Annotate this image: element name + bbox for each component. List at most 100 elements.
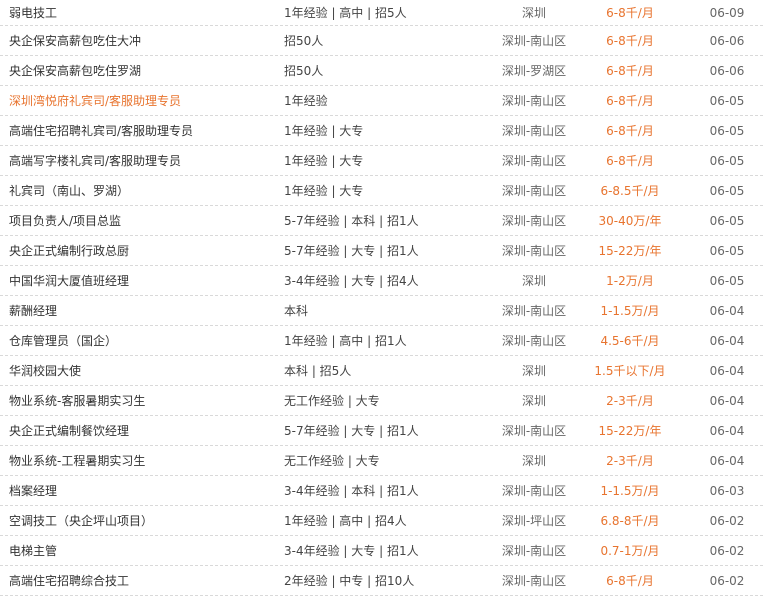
table-row[interactable]: 仓库管理员（国企） 1年经验 | 高中 | 招1人 深圳-南山区 4.5-6千/… (0, 326, 763, 356)
job-title-link[interactable]: 央企正式编制餐饮经理 (9, 416, 279, 445)
job-salary: 6.8-8千/月 (600, 514, 660, 528)
job-salary: 2-3千/月 (606, 394, 654, 408)
job-location: 深圳 (521, 394, 546, 408)
job-title-link[interactable]: 礼宾司（南山、罗湖） (9, 176, 279, 205)
job-title-link[interactable]: 央企保安高薪包吃住罗湖 (9, 56, 279, 85)
job-location: 深圳-南山区 (501, 124, 567, 138)
job-title-link[interactable]: 空调技工（央企坪山项目） (9, 506, 279, 535)
job-title-link[interactable]: 央企保安高薪包吃住大冲 (9, 26, 279, 55)
table-row[interactable]: 华润校园大使 本科 | 招5人 深圳 1.5千以下/月 06-04 (0, 356, 763, 386)
job-location: 深圳-南山区 (501, 214, 567, 228)
job-salary: 2-3千/月 (606, 454, 654, 468)
table-row[interactable]: 项目负责人/项目总监 5-7年经验 | 本科 | 招1人 深圳-南山区 30-4… (0, 206, 763, 236)
table-row[interactable]: 中国华润大厦值班经理 3-4年经验 | 大专 | 招4人 深圳 1-2万/月 0… (0, 266, 763, 296)
job-date: 06-02 (709, 573, 745, 588)
job-requirements: 招50人 (284, 34, 324, 48)
job-date: 06-02 (709, 513, 745, 528)
table-row[interactable]: 央企保安高薪包吃住大冲 招50人 深圳-南山区 6-8千/月 06-06 (0, 26, 763, 56)
table-row[interactable]: 电梯主管 3-4年经验 | 大专 | 招1人 深圳-南山区 0.7-1万/月 0… (0, 536, 763, 566)
table-row[interactable]: 高端住宅招聘综合技工 2年经验 | 中专 | 招10人 深圳-南山区 6-8千/… (0, 566, 763, 596)
job-salary: 1.5千以下/月 (594, 364, 666, 378)
job-title-link[interactable]: 档案经理 (9, 476, 279, 505)
job-date: 06-06 (709, 33, 745, 48)
job-salary: 6-8千/月 (606, 574, 654, 588)
job-salary: 1-1.5万/月 (600, 304, 660, 318)
job-title-link[interactable]: 深圳湾悦府礼宾司/客服助理专员 (9, 86, 279, 115)
job-salary: 6-8千/月 (606, 124, 654, 138)
job-requirements: 3-4年经验 | 本科 | 招1人 (284, 484, 419, 498)
job-date: 06-09 (709, 5, 745, 20)
table-row[interactable]: 央企正式编制行政总厨 5-7年经验 | 大专 | 招1人 深圳-南山区 15-2… (0, 236, 763, 266)
job-title-link[interactable]: 高端写字楼礼宾司/客服助理专员 (9, 146, 279, 175)
job-location: 深圳-南山区 (501, 304, 567, 318)
job-title-link[interactable]: 高端住宅招聘礼宾司/客服助理专员 (9, 116, 279, 145)
table-row[interactable]: 弱电技工 1年经验 | 高中 | 招5人 深圳 6-8千/月 06-09 (0, 0, 763, 26)
job-date: 06-05 (709, 153, 745, 168)
job-date: 06-05 (709, 123, 745, 138)
job-requirements: 本科 (284, 304, 309, 318)
job-date: 06-06 (709, 63, 745, 78)
job-date: 06-04 (709, 453, 745, 468)
job-list: 弱电技工 1年经验 | 高中 | 招5人 深圳 6-8千/月 06-09 央企保… (0, 0, 763, 596)
job-requirements: 本科 | 招5人 (284, 364, 352, 378)
job-requirements: 1年经验 | 高中 | 招4人 (284, 514, 407, 528)
job-date: 06-02 (709, 543, 745, 558)
job-requirements: 1年经验 | 高中 | 招5人 (284, 6, 407, 20)
job-salary: 6-8.5千/月 (600, 184, 660, 198)
job-requirements: 3-4年经验 | 大专 | 招4人 (284, 274, 419, 288)
job-location: 深圳 (521, 6, 546, 20)
job-requirements: 3-4年经验 | 大专 | 招1人 (284, 544, 419, 558)
job-title-link[interactable]: 央企正式编制行政总厨 (9, 236, 279, 265)
job-location: 深圳-南山区 (501, 334, 567, 348)
table-row[interactable]: 深圳湾悦府礼宾司/客服助理专员 1年经验 深圳-南山区 6-8千/月 06-05 (0, 86, 763, 116)
job-title-link[interactable]: 弱电技工 (9, 0, 279, 25)
job-title-link[interactable]: 电梯主管 (9, 536, 279, 565)
job-location: 深圳-南山区 (501, 244, 567, 258)
job-location: 深圳-南山区 (501, 574, 567, 588)
job-salary: 6-8千/月 (606, 34, 654, 48)
job-location: 深圳-南山区 (501, 184, 567, 198)
job-salary: 6-8千/月 (606, 6, 654, 20)
job-date: 06-03 (709, 483, 745, 498)
job-date: 06-04 (709, 303, 745, 318)
table-row[interactable]: 薪酬经理 本科 深圳-南山区 1-1.5万/月 06-04 (0, 296, 763, 326)
job-location: 深圳-南山区 (501, 154, 567, 168)
job-location: 深圳-坪山区 (501, 514, 567, 528)
table-row[interactable]: 空调技工（央企坪山项目） 1年经验 | 高中 | 招4人 深圳-坪山区 6.8-… (0, 506, 763, 536)
job-location: 深圳-南山区 (501, 424, 567, 438)
job-salary: 6-8千/月 (606, 64, 654, 78)
job-title-link[interactable]: 薪酬经理 (9, 296, 279, 325)
job-date: 06-05 (709, 243, 745, 258)
job-title-link[interactable]: 仓库管理员（国企） (9, 326, 279, 355)
job-salary: 6-8千/月 (606, 154, 654, 168)
table-row[interactable]: 物业系统-客服暑期实习生 无工作经验 | 大专 深圳 2-3千/月 06-04 (0, 386, 763, 416)
job-date: 06-04 (709, 393, 745, 408)
job-date: 06-05 (709, 183, 745, 198)
job-location: 深圳-罗湖区 (501, 64, 567, 78)
table-row[interactable]: 央企保安高薪包吃住罗湖 招50人 深圳-罗湖区 6-8千/月 06-06 (0, 56, 763, 86)
job-salary: 30-40万/年 (598, 214, 662, 228)
table-row[interactable]: 央企正式编制餐饮经理 5-7年经验 | 大专 | 招1人 深圳-南山区 15-2… (0, 416, 763, 446)
table-row[interactable]: 档案经理 3-4年经验 | 本科 | 招1人 深圳-南山区 1-1.5万/月 0… (0, 476, 763, 506)
job-requirements: 1年经验 (284, 94, 328, 108)
table-row[interactable]: 物业系统-工程暑期实习生 无工作经验 | 大专 深圳 2-3千/月 06-04 (0, 446, 763, 476)
table-row[interactable]: 礼宾司（南山、罗湖） 1年经验 | 大专 深圳-南山区 6-8.5千/月 06-… (0, 176, 763, 206)
job-salary: 4.5-6千/月 (600, 334, 660, 348)
job-salary: 1-2万/月 (606, 274, 654, 288)
table-row[interactable]: 高端写字楼礼宾司/客服助理专员 1年经验 | 大专 深圳-南山区 6-8千/月 … (0, 146, 763, 176)
job-title-link[interactable]: 高端住宅招聘综合技工 (9, 566, 279, 595)
job-date: 06-04 (709, 363, 745, 378)
job-title-link[interactable]: 物业系统-客服暑期实习生 (9, 386, 279, 415)
table-row[interactable]: 高端住宅招聘礼宾司/客服助理专员 1年经验 | 大专 深圳-南山区 6-8千/月… (0, 116, 763, 146)
job-requirements: 1年经验 | 大专 (284, 124, 364, 138)
job-title-link[interactable]: 华润校园大使 (9, 356, 279, 385)
job-location: 深圳-南山区 (501, 544, 567, 558)
job-location: 深圳 (521, 454, 546, 468)
job-title-link[interactable]: 中国华润大厦值班经理 (9, 266, 279, 295)
job-title-link[interactable]: 项目负责人/项目总监 (9, 206, 279, 235)
job-title-link[interactable]: 物业系统-工程暑期实习生 (9, 446, 279, 475)
job-date: 06-05 (709, 93, 745, 108)
job-location: 深圳-南山区 (501, 94, 567, 108)
job-date: 06-05 (709, 273, 745, 288)
job-salary: 15-22万/年 (598, 244, 662, 258)
